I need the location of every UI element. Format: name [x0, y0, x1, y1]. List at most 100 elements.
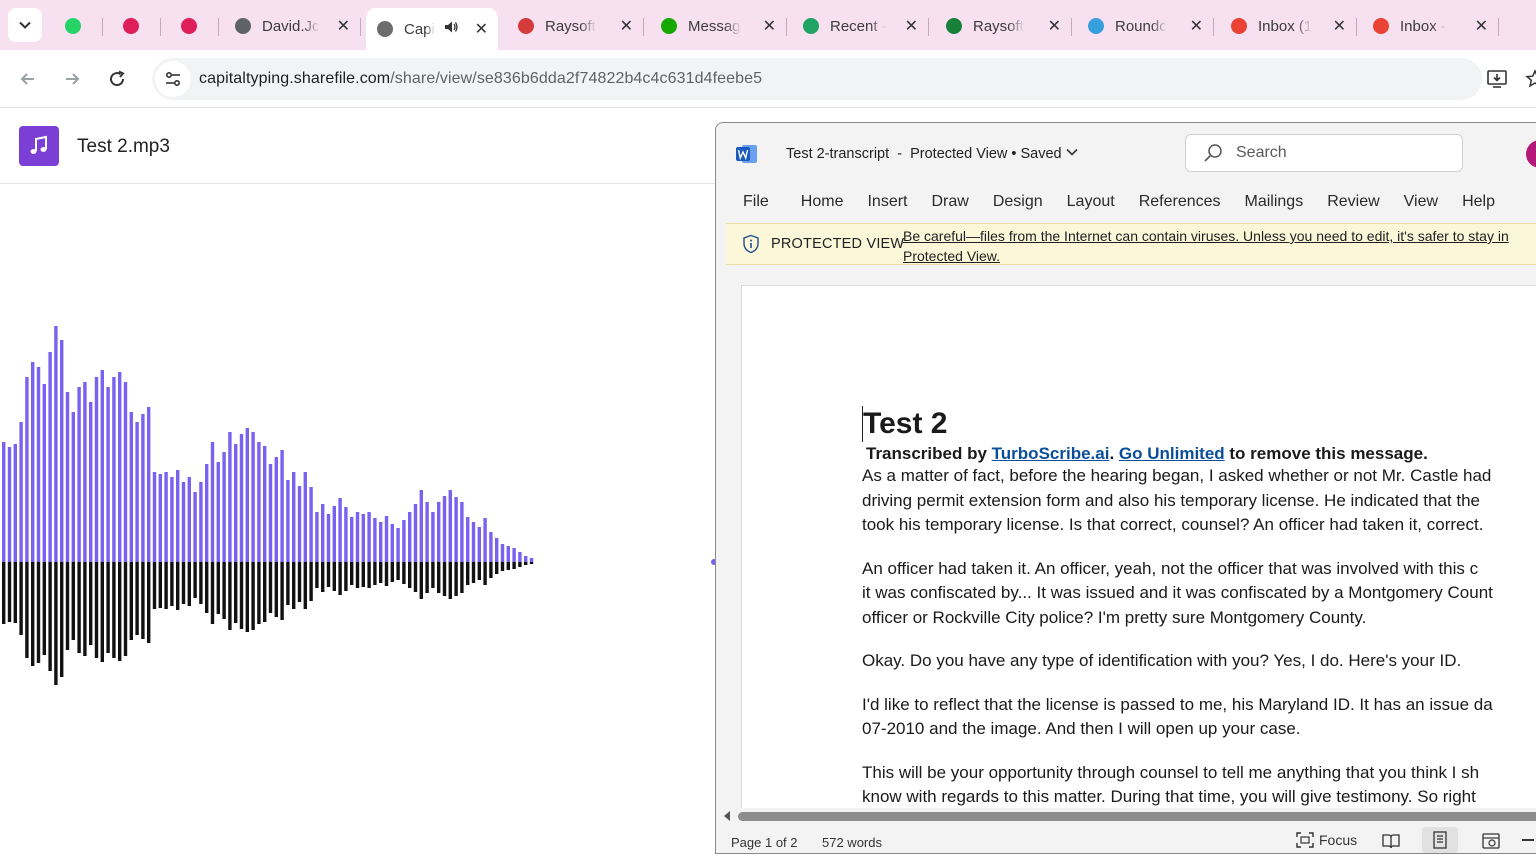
focus-button[interactable]: Focus [1296, 832, 1357, 848]
document-title[interactable]: Test 2-transcript - Protected View • Sav… [786, 146, 1078, 162]
waveform-bar-bottom [199, 562, 203, 604]
read-mode-icon[interactable] [1381, 832, 1401, 850]
ribbon-tab-references[interactable]: References [1139, 193, 1221, 211]
ribbon-tab-layout[interactable]: Layout [1067, 193, 1115, 211]
waveform-bar-top [216, 462, 220, 562]
waveform-bar-bottom [181, 562, 186, 604]
waveform-bar-bottom [529, 562, 534, 564]
waveform-bar-top [274, 457, 278, 562]
close-tab-icon[interactable]: ✕ [1184, 16, 1203, 36]
print-layout-button[interactable] [1422, 827, 1458, 853]
scroll-left-icon[interactable] [722, 810, 732, 822]
waveform-bar-bottom [2, 562, 6, 624]
bookmark-button[interactable] [1520, 64, 1536, 94]
url-text[interactable]: capitaltyping.sharefile.com/share/view/s… [199, 70, 762, 88]
waveform-bar-bottom [361, 562, 365, 587]
waveform-bar-top [135, 422, 139, 562]
tab-separator [102, 18, 103, 36]
protected-view-message[interactable]: Be careful—files from the Internet can c… [903, 226, 1536, 266]
ribbon-tab-draw[interactable]: Draw [931, 193, 968, 211]
protected-view-label: PROTECTED VIEW [771, 236, 905, 252]
word-count[interactable]: 572 words [822, 835, 882, 850]
browser-tab[interactable] [112, 6, 161, 46]
waveform-bar-bottom [309, 562, 313, 601]
browser-tab[interactable]: Roundc ✕ [1077, 6, 1214, 46]
waveform-bar-bottom [379, 562, 383, 583]
close-tab-icon[interactable]: ✕ [614, 16, 633, 36]
word-status-bar: Page 1 of 2 572 words Focus [716, 825, 1536, 853]
back-button[interactable] [13, 64, 43, 94]
waveform-bar-top [2, 442, 6, 562]
ribbon-tab-view[interactable]: View [1404, 193, 1438, 211]
ribbon-tab-design[interactable]: Design [993, 193, 1043, 211]
page-count[interactable]: Page 1 of 2 [731, 835, 798, 850]
document-page[interactable]: Test 2 Transcribed by TurboScribe.ai. Go… [741, 285, 1536, 815]
close-tab-icon[interactable]: ✕ [1469, 16, 1488, 36]
scrollbar-thumb[interactable] [738, 812, 1536, 821]
credit-prefix: Transcribed by [866, 444, 992, 463]
browser-tab[interactable]: Capi ✕ [366, 8, 498, 50]
audio-waveform[interactable] [0, 300, 720, 700]
waveform-bar-bottom [31, 562, 35, 666]
close-tab-icon[interactable]: ✕ [331, 16, 350, 36]
waveform-bar-top [506, 546, 510, 562]
ribbon-tab-file[interactable]: File [743, 193, 769, 211]
waveform-bar-bottom [448, 562, 452, 599]
web-layout-icon[interactable] [1481, 832, 1501, 850]
browser-tab[interactable]: Inbox - ✕ [1362, 6, 1499, 46]
waveform-bar-top [118, 372, 122, 562]
browser-tab[interactable]: David.Jc ✕ [224, 6, 361, 46]
waveform-bar-bottom [408, 562, 412, 588]
waveform-bar-bottom [205, 562, 209, 613]
waveform-bar-bottom [100, 562, 104, 662]
browser-tab[interactable]: Raysoft ✕ [507, 6, 644, 46]
close-tab-icon[interactable]: ✕ [757, 16, 776, 36]
account-avatar[interactable] [1526, 140, 1536, 168]
browser-tab[interactable]: Raysoft ✕ [935, 6, 1072, 46]
ribbon-tab-insert[interactable]: Insert [867, 193, 907, 211]
waveform-bar-bottom [326, 562, 331, 587]
close-tab-icon[interactable]: ✕ [1042, 16, 1061, 36]
ribbon-tab-review[interactable]: Review [1327, 193, 1379, 211]
waveform-bar-top [413, 504, 418, 562]
turboscribe-link[interactable]: TurboScribe.ai [992, 444, 1110, 463]
reload-button[interactable] [102, 64, 132, 94]
close-tab-icon[interactable]: ✕ [469, 19, 488, 39]
browser-tab[interactable]: Messag ✕ [650, 6, 787, 46]
zoom-out-button[interactable] [1522, 839, 1534, 841]
tab-separator [360, 18, 361, 36]
word-search-box[interactable]: Search [1185, 134, 1463, 172]
waveform-bar-bottom [193, 562, 197, 598]
tab-separator [786, 18, 787, 36]
ribbon-tab-mailings[interactable]: Mailings [1245, 193, 1304, 211]
browser-tab[interactable]: Recent - ✕ [792, 6, 929, 46]
word-title-bar: Test 2-transcript - Protected View • Sav… [716, 123, 1536, 183]
waveform-bar-bottom [466, 562, 470, 585]
ribbon-tab-home[interactable]: Home [801, 193, 844, 211]
waveform-bar-top [54, 326, 58, 562]
waveform-bar-bottom [89, 562, 93, 645]
waveform-bar-top [48, 352, 52, 562]
close-tab-icon[interactable]: ✕ [899, 16, 918, 36]
arrow-right-icon [66, 73, 80, 85]
ribbon-tab-help[interactable]: Help [1462, 193, 1495, 211]
horizontal-scrollbar[interactable] [716, 808, 1536, 824]
close-tab-icon[interactable]: ✕ [1327, 16, 1346, 36]
document-status: Protected View • Saved [910, 146, 1062, 162]
browser-tab[interactable]: Inbox (1 ✕ [1220, 6, 1357, 46]
transcript-paragraph: I'd like to reflect that the license is … [862, 693, 1536, 742]
waveform-bar-top [210, 442, 215, 562]
waveform-bar-top [187, 477, 191, 562]
install-app-button[interactable] [1482, 64, 1512, 94]
speaker-icon[interactable] [443, 19, 459, 39]
site-info-button[interactable] [155, 61, 191, 97]
tab-search-button[interactable] [8, 8, 42, 42]
go-unlimited-link[interactable]: Go Unlimited [1119, 444, 1225, 463]
address-bar[interactable]: capitaltyping.sharefile.com/share/view/s… [152, 58, 1482, 100]
browser-tab[interactable] [54, 6, 103, 46]
browser-tab[interactable] [170, 6, 219, 46]
waveform-bar-top [529, 558, 534, 562]
forward-button[interactable] [57, 64, 87, 94]
waveform-bar-top [193, 492, 197, 562]
waveform-bar-bottom [228, 562, 232, 630]
